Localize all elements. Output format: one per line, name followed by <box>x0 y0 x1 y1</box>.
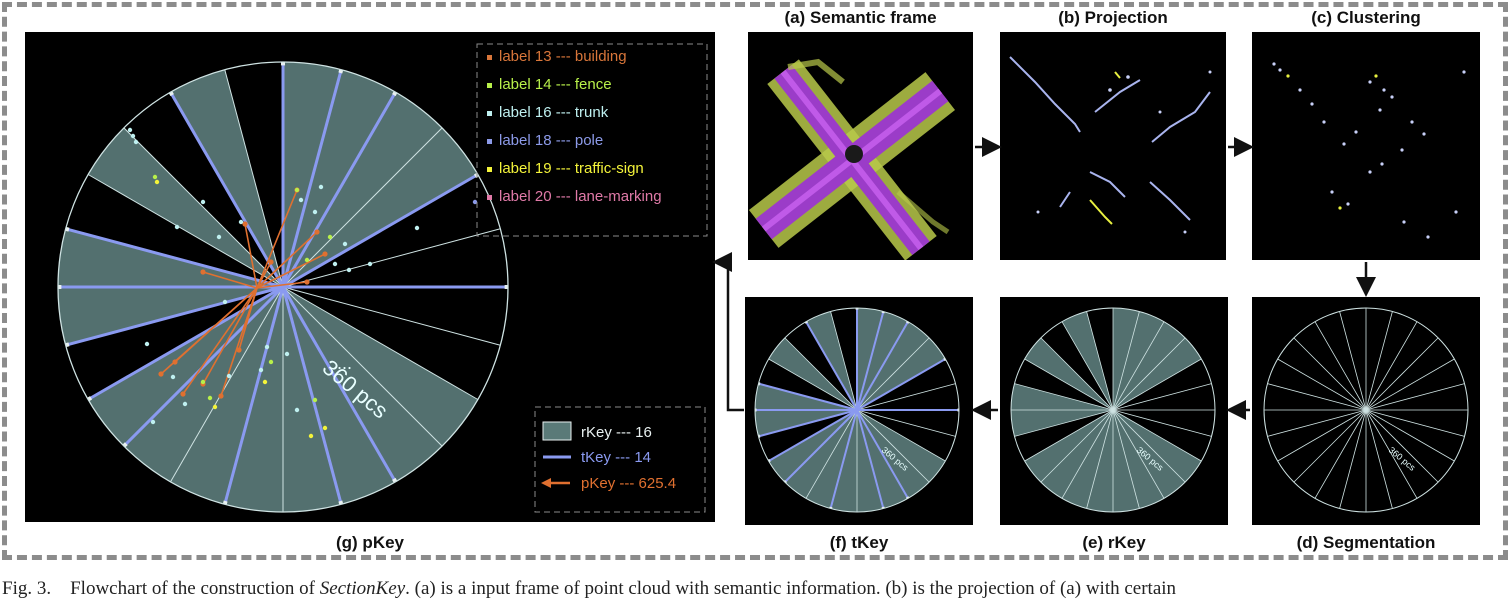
caption-prefix: Fig. 3. <box>2 578 52 599</box>
figure-caption: Fig. 3. Flowchart of the construction of… <box>0 578 1512 603</box>
caption-text-1: Flowchart of the construction of <box>70 578 320 599</box>
arrow-f-to-g <box>712 252 744 412</box>
caption-text-2: . (a) is a input frame of point cloud wi… <box>405 578 1177 599</box>
caption-italic: SectionKey <box>319 578 406 599</box>
flow-arrows <box>712 137 1376 420</box>
